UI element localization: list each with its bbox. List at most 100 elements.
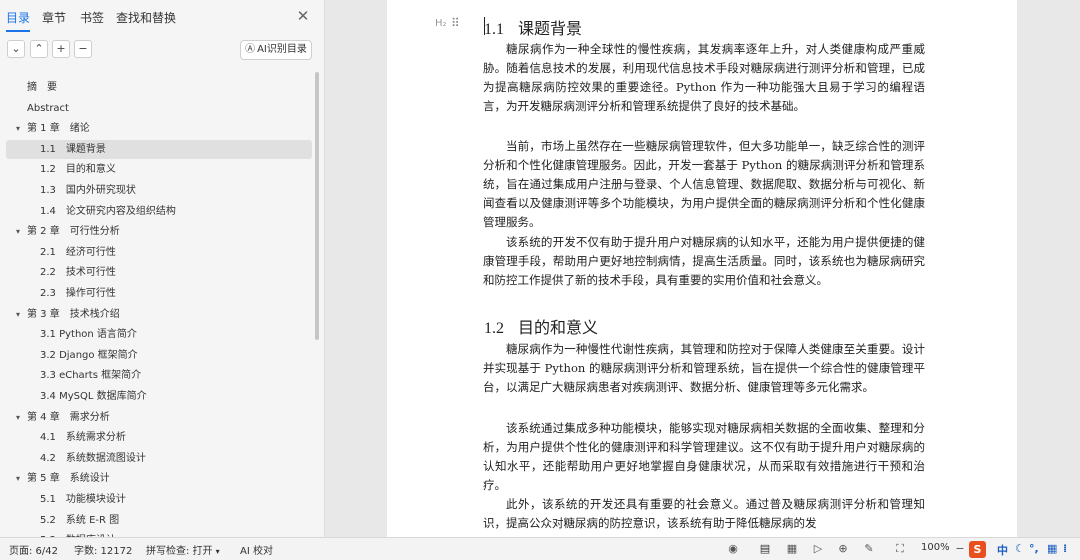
ai-proofread-button[interactable]: AI 校对: [240, 542, 273, 557]
toc-item-label: 1.2 目的和意义: [40, 164, 116, 176]
toc-item-label: 3.2 Django 框架简介: [40, 349, 138, 361]
toc-chapter-item[interactable]: ▾ 第 1 章 绪论: [6, 119, 312, 138]
toc-section-item[interactable]: 2.1 经济可行性: [6, 243, 312, 262]
section-heading[interactable]: 1.1 课题背景: [484, 15, 582, 39]
body-paragraph[interactable]: 该系统通过集成多种功能模块，能够实现对糖尿病相关数据的全面收集、整理和分析，为用…: [483, 419, 925, 495]
close-icon[interactable]: ✕: [293, 6, 313, 26]
chevron-down-icon: ▾: [215, 547, 220, 556]
chevron-down-icon[interactable]: ⌄: [7, 40, 25, 58]
section-number: 1.1: [484, 21, 504, 38]
toc-item-label: 2.1 经济可行性: [40, 246, 116, 258]
sidebar-tabs: 目录 章节 书签 查找和替换 ✕: [0, 0, 325, 34]
ai-detect-toc-button[interactable]: Ⓐ AI识别目录: [240, 40, 312, 60]
eye-icon[interactable]: ◉: [725, 541, 741, 557]
toc-item-label: 5.2 系统 E-R 图: [40, 514, 120, 526]
fit-icon[interactable]: ⛶: [892, 541, 908, 557]
status-bar: 页面: 6/42 字数: 12172 拼写检查: 打开 ▾ AI 校对 ◉ ▤ ▦…: [0, 537, 1080, 560]
toc-section-item[interactable]: 1.1 课题背景: [6, 139, 312, 159]
grid-icon: ⁞: [1063, 542, 1068, 555]
body-paragraph[interactable]: 该系统的开发不仅有助于提升用户对糖尿病的认知水平，还能为用户提供便捷的健康管理手…: [483, 233, 925, 290]
toc-section-item[interactable]: 2.3 操作可行性: [6, 284, 312, 303]
toc-item-label: 第 4 章 需求分析: [27, 411, 110, 423]
toc-section-item[interactable]: 4.1 系统需求分析: [6, 428, 312, 447]
minus-icon[interactable]: −: [74, 40, 92, 58]
caret-down-icon[interactable]: ▾: [16, 305, 20, 324]
section-number: 1.2: [484, 320, 504, 337]
section-title: 课题背景: [518, 19, 583, 38]
word-count[interactable]: 字数: 12172: [74, 542, 132, 557]
toc-item-label: Abstract: [27, 102, 69, 114]
zoom-level[interactable]: 100%: [921, 542, 950, 553]
toc-item-label: 第 1 章 绪论: [27, 123, 90, 135]
toc-section-item[interactable]: 5.2 系统 E-R 图: [6, 511, 312, 530]
toc-chapter-item[interactable]: ▾ 第 4 章 需求分析: [6, 408, 312, 427]
active-tab-indicator: [6, 30, 30, 32]
ai-icon: Ⓐ: [245, 44, 256, 55]
tab-bookmarks[interactable]: 书签: [80, 9, 104, 26]
toc-section-item[interactable]: 1.3 国内外研究现状: [6, 181, 312, 200]
toc-item-label: 第 2 章 可行性分析: [27, 226, 120, 238]
ime-lang: 中: [997, 544, 1008, 557]
toc-item-label: 5.1 功能模块设计: [40, 494, 126, 505]
chevron-up-icon[interactable]: ⌃: [30, 40, 48, 58]
punctuation-icon: °,: [1029, 542, 1039, 555]
toc-chapter-item[interactable]: ▾ 第 3 章 技术栈介绍: [6, 305, 312, 324]
toc-item-label: 第 5 章 系统设计: [27, 473, 110, 485]
toc-toolbar: ⌄ ⌃ + − Ⓐ AI识别目录: [0, 40, 325, 62]
body-paragraph[interactable]: 当前，市场上虽然存在一些糖尿病管理软件，但大多功能单一，缺乏综合性的测评分析和个…: [483, 137, 925, 232]
body-paragraph[interactable]: 此外，该系统的开发还具有重要的社会意义。通过普及糖尿病测评分析和管理知识，提高公…: [483, 495, 925, 533]
toc-list: 摘 要 Abstract ▾ 第 1 章 绪论 1.1 课题背景 1.2 目的和意义 1.3…: [0, 72, 318, 537]
toc-scrollbar[interactable]: [315, 72, 319, 340]
toc-section-item[interactable]: 5.1 功能模块设计: [6, 490, 312, 509]
toc-item-label: 3.1 Python 语言简介: [40, 329, 137, 341]
ime-indicator[interactable]: S 中 ☾ °, ▦ ⁞: [965, 538, 1080, 560]
body-paragraph[interactable]: 糖尿病作为一种全球性的慢性疾病，其发病率逐年上升，对人类健康构成严重威胁。随着信…: [483, 40, 925, 116]
caret-down-icon[interactable]: ▾: [16, 119, 20, 138]
toc-item-label: 1.4 论文研究内容及组织结构: [40, 205, 176, 217]
moon-icon: ☾: [1015, 542, 1025, 555]
toc-item-label: 1.3 国内外研究现状: [40, 185, 136, 196]
toc-section-item[interactable]: 3.3 eCharts 框架简介: [6, 366, 312, 385]
navigation-pane: 目录 章节 书签 查找和替换 ✕ ⌄ ⌃ + − Ⓐ AI识别目录 摘 要 Abst…: [0, 0, 325, 537]
tab-chapters[interactable]: 章节: [42, 9, 66, 26]
play-icon[interactable]: ▷: [810, 541, 826, 557]
toc-chapter-item[interactable]: Abstract: [6, 99, 312, 118]
outline-view-icon[interactable]: ▦: [784, 541, 800, 557]
toc-chapter-item[interactable]: ▾ 第 2 章 可行性分析: [6, 222, 312, 241]
toc-section-item[interactable]: 3.1 Python 语言简介: [6, 325, 312, 344]
keyboard-icon: ▦: [1047, 542, 1058, 555]
tab-find-replace[interactable]: 查找和替换: [116, 9, 176, 26]
toc-section-item[interactable]: 1.4 论文研究内容及组织结构: [6, 202, 312, 221]
caret-down-icon[interactable]: ▾: [16, 469, 20, 488]
toc-item-label: 摘 要: [27, 82, 57, 93]
plus-icon[interactable]: +: [52, 40, 70, 58]
document-page[interactable]: 1.1 课题背景糖尿病作为一种全球性的慢性疾病，其发病率逐年上升，对人类健康构成严…: [387, 0, 1017, 537]
toc-section-item[interactable]: 2.2 技术可行性: [6, 263, 312, 282]
pen-icon[interactable]: ✎: [861, 541, 877, 557]
toc-item-label: 2.3 操作可行性: [40, 288, 116, 299]
page-count[interactable]: 页面: 6/42: [9, 542, 58, 557]
toc-section-item[interactable]: 3.4 MySQL 数据库简介: [6, 387, 312, 406]
globe-icon[interactable]: ⊕: [835, 541, 851, 557]
drag-handle-icon[interactable]: ⠿: [451, 16, 460, 30]
toc-chapter-item[interactable]: ▾ 第 5 章 系统设计: [6, 469, 312, 488]
page-view-icon[interactable]: ▤: [757, 541, 773, 557]
toc-item-label: 3.4 MySQL 数据库简介: [40, 391, 147, 402]
toc-chapter-item[interactable]: 摘 要: [6, 78, 312, 97]
toc-section-item[interactable]: 4.2 系统数据流图设计: [6, 449, 312, 468]
spellcheck-label: 拼写检查: 打开: [146, 546, 213, 557]
toc-section-item[interactable]: 1.2 目的和意义: [6, 160, 312, 179]
spellcheck-toggle[interactable]: 拼写检查: 打开 ▾: [146, 542, 220, 557]
document-area: 1.1 课题背景糖尿病作为一种全球性的慢性疾病，其发病率逐年上升，对人类健康构成严…: [326, 0, 1080, 537]
ime-logo: S: [969, 541, 986, 558]
tab-toc[interactable]: 目录: [6, 9, 30, 26]
toc-item-label: 3.3 eCharts 框架简介: [40, 370, 142, 382]
toc-section-item[interactable]: 3.2 Django 框架简介: [6, 346, 312, 365]
caret-down-icon[interactable]: ▾: [16, 408, 20, 427]
body-paragraph[interactable]: 糖尿病作为一种慢性代谢性疾病，其管理和防控对于保障人类健康至关重要。设计并实现基…: [483, 340, 925, 397]
toc-item-label: 4.1 系统需求分析: [40, 432, 126, 444]
heading-level-marker: H₂: [435, 18, 447, 29]
caret-down-icon[interactable]: ▾: [16, 222, 20, 241]
ai-button-label: AI识别目录: [257, 44, 307, 55]
section-heading[interactable]: 1.2 目的和意义: [484, 314, 598, 338]
